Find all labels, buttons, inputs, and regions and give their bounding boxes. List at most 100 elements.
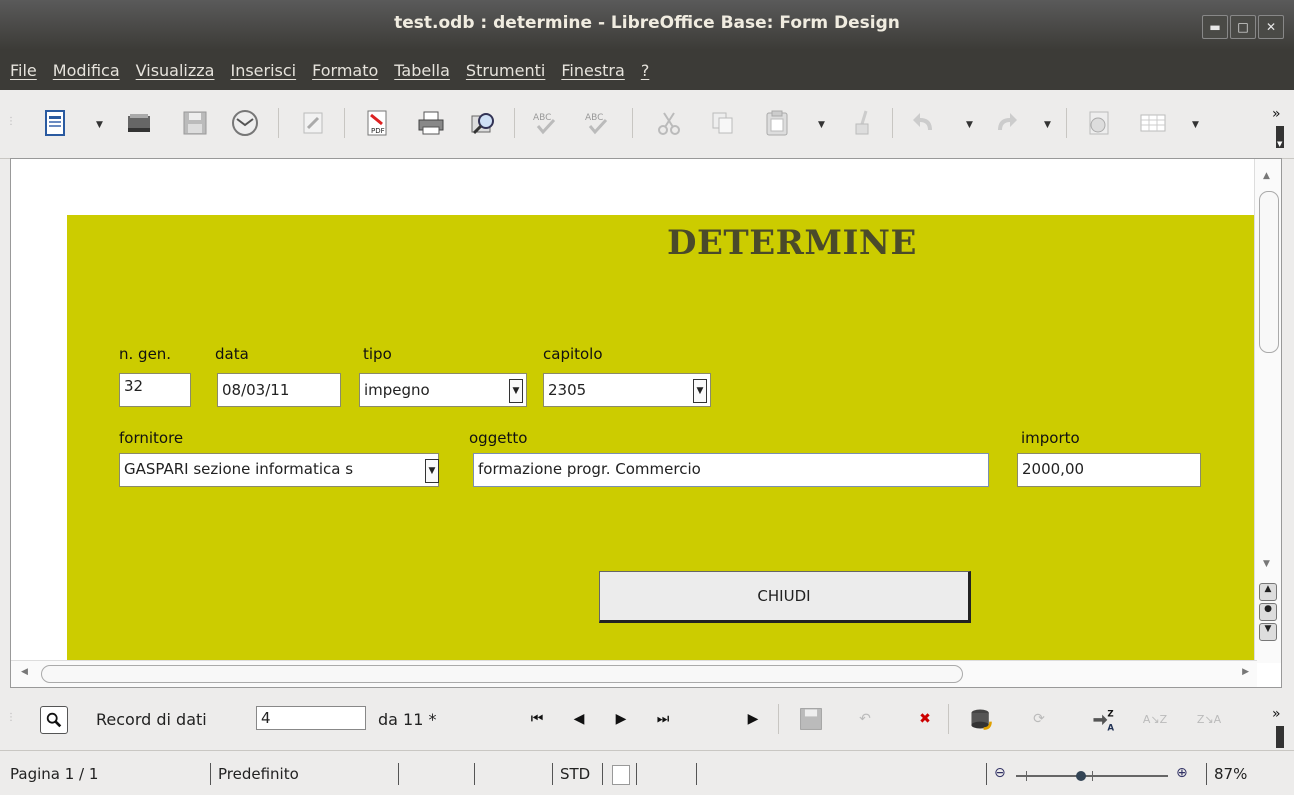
save-icon[interactable] bbox=[180, 108, 210, 138]
horizontal-scrollbar-thumb[interactable] bbox=[41, 665, 963, 683]
menu-modifica[interactable]: Modifica bbox=[53, 61, 120, 80]
next-page-icon[interactable]: ▼ bbox=[1259, 623, 1277, 641]
navigator-icon[interactable] bbox=[1084, 108, 1114, 138]
undo-record-icon[interactable]: ↶ bbox=[852, 706, 878, 732]
first-record-icon[interactable]: ⏮ bbox=[524, 706, 550, 732]
status-selection-mode[interactable]: STD bbox=[560, 765, 590, 783]
navigation-icon[interactable]: ● bbox=[1259, 603, 1277, 621]
sort-za-icon[interactable]: Z↘A bbox=[1196, 706, 1222, 732]
window-controls: ▬ □ ✕ bbox=[1202, 15, 1284, 39]
open-icon[interactable] bbox=[124, 108, 154, 138]
chevron-down-icon[interactable]: ▼ bbox=[1192, 120, 1199, 130]
vertical-scrollbar[interactable]: ▲ ▼ ▲ ● ▼ bbox=[1254, 159, 1281, 663]
spellcheck-icon[interactable]: ABC bbox=[530, 108, 560, 138]
export-pdf-icon[interactable]: PDF bbox=[362, 108, 392, 138]
status-page-style[interactable]: Predefinito bbox=[218, 765, 299, 783]
record-number-input[interactable]: 4 bbox=[256, 706, 366, 730]
previous-record-icon[interactable]: ◀ bbox=[566, 706, 592, 732]
scroll-down-icon[interactable]: ▼ bbox=[1263, 559, 1270, 569]
sort-ascending-icon[interactable]: ZA bbox=[1090, 706, 1116, 733]
new-document-icon[interactable] bbox=[40, 108, 70, 138]
status-separator bbox=[696, 763, 697, 785]
toolbar-grip[interactable]: ⋮ bbox=[6, 116, 16, 127]
menu-help[interactable]: ? bbox=[641, 61, 650, 80]
table-icon[interactable] bbox=[1138, 108, 1168, 138]
status-separator bbox=[474, 763, 475, 785]
scroll-up-icon[interactable]: ▲ bbox=[1263, 171, 1270, 181]
format-paintbrush-icon[interactable] bbox=[846, 108, 876, 138]
print-icon[interactable] bbox=[416, 108, 446, 138]
new-record-icon[interactable]: ▶ bbox=[740, 706, 766, 732]
record-label: Record di dati bbox=[96, 710, 207, 729]
capitolo-dropdown-chevron-icon[interactable]: ▼ bbox=[693, 379, 707, 403]
refresh-icon[interactable] bbox=[968, 706, 994, 732]
close-icon[interactable]: ✕ bbox=[1258, 15, 1284, 39]
capitolo-dropdown[interactable]: 2305 bbox=[543, 373, 711, 407]
menu-bar: File Modifica Visualizza Inserisci Forma… bbox=[0, 50, 1294, 90]
status-page[interactable]: Pagina 1 / 1 bbox=[10, 765, 98, 783]
save-record-icon[interactable] bbox=[798, 706, 824, 732]
previous-page-icon[interactable]: ▲ bbox=[1259, 583, 1277, 601]
find-record-icon[interactable] bbox=[40, 706, 68, 734]
menu-tabella[interactable]: Tabella bbox=[394, 61, 450, 80]
copy-icon[interactable] bbox=[708, 108, 738, 138]
ngen-field[interactable]: 32 bbox=[119, 373, 191, 407]
menu-formato[interactable]: Formato bbox=[312, 61, 378, 80]
zoom-out-icon[interactable]: ⊖ bbox=[994, 765, 1006, 781]
zoom-slider[interactable] bbox=[1016, 771, 1168, 781]
svg-text:ABC: ABC bbox=[533, 113, 551, 123]
cut-icon[interactable] bbox=[654, 108, 684, 138]
scroll-left-icon[interactable]: ◀ bbox=[21, 667, 28, 677]
chevron-down-icon[interactable]: ▼ bbox=[96, 120, 103, 130]
zoom-slider-thumb[interactable] bbox=[1076, 771, 1087, 781]
menu-file[interactable]: File bbox=[10, 61, 37, 80]
status-separator bbox=[602, 763, 603, 785]
autospellcheck-icon[interactable]: ABC bbox=[582, 108, 612, 138]
record-count: da 11 * bbox=[378, 710, 437, 729]
chevron-down-icon[interactable]: ▼ bbox=[966, 120, 973, 130]
toolbar-grip[interactable]: ⋮ bbox=[6, 712, 16, 723]
toolbar-overflow-icon[interactable]: » bbox=[1272, 698, 1286, 748]
label-ngen: n. gen. bbox=[119, 345, 172, 363]
vertical-scrollbar-thumb[interactable] bbox=[1259, 191, 1279, 353]
chiudi-button[interactable]: CHIUDI bbox=[599, 571, 971, 623]
svg-text:Z: Z bbox=[1107, 709, 1113, 719]
toolbar-separator bbox=[632, 108, 633, 138]
refresh-control-icon[interactable]: ⟳ bbox=[1026, 706, 1052, 732]
tipo-dropdown[interactable]: impegno bbox=[359, 373, 527, 407]
minimize-icon[interactable]: ▬ bbox=[1202, 15, 1228, 39]
toolbar-overflow-icon[interactable]: » ▼ bbox=[1272, 98, 1286, 148]
fornitore-dropdown-chevron-icon[interactable]: ▼ bbox=[425, 459, 439, 483]
form-title: DETERMINE bbox=[667, 223, 917, 263]
importo-field[interactable]: 2000,00 bbox=[1017, 453, 1201, 487]
chevron-down-icon[interactable]: ▼ bbox=[818, 120, 825, 130]
zoom-in-icon[interactable]: ⊕ bbox=[1176, 765, 1188, 781]
horizontal-scrollbar[interactable]: ◀ ▶ bbox=[11, 660, 1257, 687]
chevron-down-icon[interactable]: ▼ bbox=[1044, 120, 1051, 130]
menu-inserisci[interactable]: Inserisci bbox=[230, 61, 296, 80]
label-importo: importo bbox=[1021, 429, 1080, 447]
menu-finestra[interactable]: Finestra bbox=[561, 61, 624, 80]
zoom-level[interactable]: 87% bbox=[1214, 765, 1247, 783]
fornitore-dropdown[interactable]: GASPARI sezione informatica s bbox=[119, 453, 439, 487]
edit-mode-icon[interactable] bbox=[298, 108, 328, 138]
sort-az-icon[interactable]: A↘Z bbox=[1142, 706, 1168, 732]
undo-icon[interactable] bbox=[910, 108, 940, 138]
print-preview-icon[interactable] bbox=[468, 108, 498, 138]
delete-record-icon[interactable]: ✖ bbox=[912, 706, 938, 732]
maximize-icon[interactable]: □ bbox=[1230, 15, 1256, 39]
email-icon[interactable] bbox=[230, 108, 260, 138]
menu-visualizza[interactable]: Visualizza bbox=[136, 61, 215, 80]
document-modified-icon bbox=[612, 765, 630, 785]
next-record-icon[interactable]: ▶ bbox=[608, 706, 634, 732]
menu-strumenti[interactable]: Strumenti bbox=[466, 61, 545, 80]
oggetto-field[interactable]: formazione progr. Commercio bbox=[473, 453, 989, 487]
status-separator bbox=[552, 763, 553, 785]
tipo-dropdown-chevron-icon[interactable]: ▼ bbox=[509, 379, 523, 403]
paste-icon[interactable] bbox=[762, 108, 792, 138]
document-area[interactable]: DETERMINE n. gen. data tipo capitolo 32 … bbox=[10, 158, 1282, 688]
redo-icon[interactable] bbox=[990, 108, 1020, 138]
last-record-icon[interactable]: ⏭ bbox=[650, 706, 676, 732]
scroll-right-icon[interactable]: ▶ bbox=[1242, 667, 1249, 677]
data-field[interactable]: 08/03/11 bbox=[217, 373, 341, 407]
